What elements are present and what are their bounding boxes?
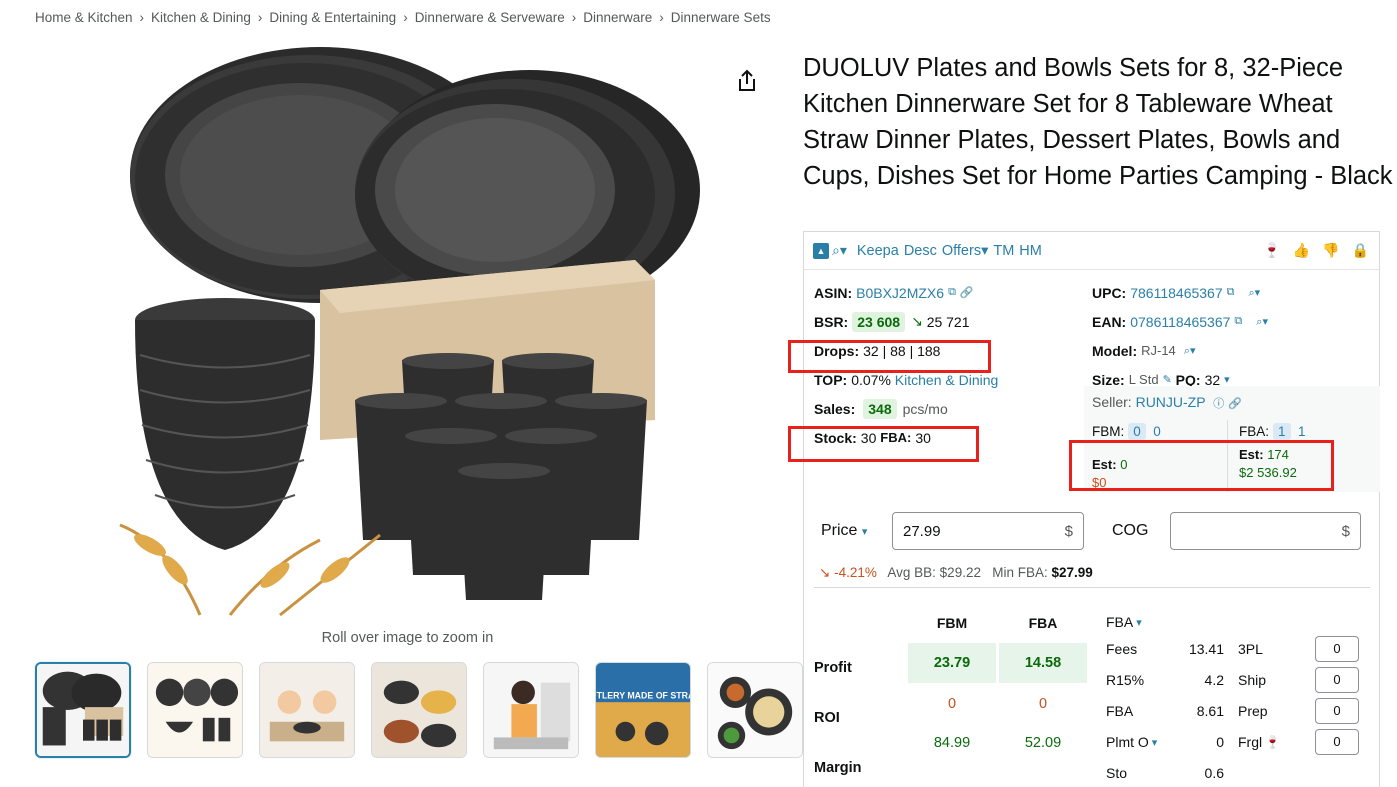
profit-fbm: 23.79: [908, 643, 996, 683]
search-dropdown-icon[interactable]: ⌕▾: [832, 242, 847, 259]
thumbnail-2[interactable]: [147, 662, 243, 758]
seller-box: Seller: RUNJU-ZP ⓘ 🔗 FBM: 0 0 FBA: 1 1 Est:…: [1084, 386, 1380, 492]
fbm-count: FBM: 0 0: [1092, 423, 1161, 440]
thumbnail-5[interactable]: [483, 662, 579, 758]
search-dropdown-icon[interactable]: ⌕▾: [1184, 344, 1196, 358]
fragile-icon: 🍷: [1265, 735, 1281, 749]
thumbnail-6[interactable]: CUTLERY MADE OF STRAW: [595, 662, 691, 758]
search-dropdown-icon[interactable]: ⌕▾: [1249, 286, 1261, 300]
breadcrumb-item[interactable]: Kitchen & Dining: [151, 10, 251, 25]
fba-estimate: Est: 174 $2 536.92: [1239, 447, 1297, 480]
thumbnail-caption: CUTLERY MADE OF STRAW: [596, 690, 690, 700]
col-fbm: FBM: [936, 615, 968, 631]
breadcrumb-item[interactable]: Dinnerware Sets: [671, 10, 771, 25]
copy-icon[interactable]: ⧉: [948, 286, 956, 299]
prep-input[interactable]: 0: [1315, 698, 1359, 724]
info-icon[interactable]: ⓘ: [1213, 398, 1224, 410]
seller-link[interactable]: RUNJU-ZP: [1136, 394, 1206, 410]
stock-row: Stock: 30 FBA: 30: [814, 429, 931, 446]
roi-fba: 0: [1038, 696, 1048, 712]
thumbnail-4[interactable]: [371, 662, 467, 758]
collapse-icon[interactable]: ▲: [813, 242, 829, 259]
price-dropdown[interactable]: Price ▾: [821, 522, 867, 540]
trend-down-icon: ↘: [819, 565, 831, 580]
thumbnail-3[interactable]: [259, 662, 355, 758]
profit-fba: 14.58: [999, 643, 1087, 683]
thumbnail-strip: CUTLERY MADE OF STRAW: [35, 662, 803, 758]
cog-input[interactable]: $: [1170, 512, 1361, 550]
price-row: Price ▾ 27.99 $ COG $: [804, 510, 1381, 554]
main-product-image[interactable]: [110, 45, 710, 620]
fbm-estimate: Est: 0 $0: [1092, 457, 1128, 490]
margin-fbm: 84.99: [933, 735, 971, 751]
bsr-value: 23 608: [852, 311, 906, 332]
margin-fba: 52.09: [1024, 735, 1062, 751]
copy-icon[interactable]: ⧉: [1234, 315, 1242, 328]
profit-label: Profit: [814, 660, 852, 676]
roi-label: ROI: [814, 710, 840, 726]
desc-link[interactable]: Desc: [904, 243, 937, 259]
seller-row: Seller: RUNJU-ZP ⓘ 🔗: [1092, 394, 1242, 410]
divider: [814, 587, 1370, 588]
breadcrumb-item[interactable]: Dinnerware & Serveware: [415, 10, 565, 25]
thumbs-up-icon[interactable]: 👍: [1293, 242, 1310, 259]
keepa-right-column: UPC: 786118465367 ⧉ ⌕▾ EAN: 0786118465367 ⧉…: [1092, 278, 1380, 394]
tm-link[interactable]: TM: [993, 243, 1014, 259]
price-stats: ↘ -4.21% Avg BB: $29.22 Min FBA: $27.99: [819, 565, 1093, 580]
chevron-down-icon[interactable]: ▾: [1224, 373, 1230, 386]
fragile-icon[interactable]: 🍷: [1263, 242, 1280, 259]
keepa-panel: ▲ ⌕▾ Keepa Desc Offers▾ TM HM 🍷 👍 👎 🔒 AS…: [788, 231, 1381, 787]
asin-row: ASIN: B0BXJ2MZX6 ⧉ 🔗: [814, 284, 974, 301]
model-row: Model: RJ-14 ⌕▾: [1092, 342, 1196, 359]
breadcrumb-item[interactable]: Home & Kitchen: [35, 10, 133, 25]
trend-down-icon: ↘: [911, 313, 923, 329]
keepa-header: ▲ ⌕▾ Keepa Desc Offers▾ TM HM 🍷 👍 👎 🔒: [804, 232, 1379, 270]
bsr-previous: 25 721: [926, 313, 970, 330]
keepa-link[interactable]: Keepa: [857, 243, 899, 259]
sales-value: 348: [863, 398, 897, 419]
offers-link[interactable]: Offers▾: [942, 243, 989, 259]
ship-input[interactable]: 0: [1315, 667, 1359, 693]
cog-label: COG: [1112, 522, 1149, 539]
zoom-hint: Roll over image to zoom in: [321, 630, 494, 646]
share-icon[interactable]: [735, 68, 759, 94]
fragile-input[interactable]: 0: [1315, 729, 1359, 755]
top-category-link[interactable]: Kitchen & Dining: [895, 372, 999, 388]
breadcrumb: Home & Kitchen › Kitchen & Dining › Dining…: [35, 10, 771, 25]
link-icon[interactable]: 🔗: [1228, 398, 1242, 410]
sales-row: Sales: 348 pcs/mo: [814, 398, 948, 419]
drops-row: Drops: 32 | 88 | 188: [814, 342, 941, 359]
keepa-left-column: ASIN: B0BXJ2MZX6 ⧉ 🔗 BSR: 23 608 ↘ 25 721 D…: [814, 278, 1084, 452]
search-dropdown-icon[interactable]: ⌕▾: [1256, 315, 1268, 329]
bsr-row: BSR: 23 608 ↘ 25 721: [814, 311, 970, 332]
3pl-input[interactable]: 0: [1315, 636, 1359, 662]
thumbnail-7[interactable]: [707, 662, 803, 758]
fees-mode-select[interactable]: FBA ▾: [1106, 608, 1142, 636]
top-row: TOP: 0.07% Kitchen & Dining: [814, 371, 999, 388]
ean-row: EAN: 0786118465367 ⧉ ⌕▾: [1092, 313, 1268, 330]
asin-value[interactable]: B0BXJ2MZX6: [856, 285, 944, 301]
roi-fbm: 0: [947, 696, 957, 712]
offer-counts: FBM: 0 0 FBA: 1 1 Est: 0 $0 Est: 174 $2 53…: [1084, 420, 1380, 492]
drops-value: 32 | 88 | 188: [863, 342, 941, 359]
placement-dropdown[interactable]: Plmt O ▾: [1106, 728, 1157, 756]
product-title: DUOLUV Plates and Bowls Sets for 8, 32-P…: [803, 54, 1393, 190]
hm-link[interactable]: HM: [1019, 243, 1042, 259]
breadcrumb-item[interactable]: Dining & Entertaining: [269, 10, 396, 25]
thumbs-down-icon[interactable]: 👎: [1322, 242, 1339, 259]
upc-row: UPC: 786118465367 ⧉ ⌕▾: [1092, 284, 1261, 301]
price-input[interactable]: 27.99 $: [892, 512, 1084, 550]
col-fba: FBA: [1028, 615, 1058, 631]
copy-icon[interactable]: ⧉: [1227, 286, 1235, 299]
breadcrumb-item[interactable]: Dinnerware: [583, 10, 652, 25]
lock-icon[interactable]: 🔒: [1352, 242, 1369, 259]
thumbnail-1[interactable]: [35, 662, 131, 758]
margin-label: Margin: [814, 760, 862, 776]
link-icon[interactable]: 🔗: [960, 286, 974, 299]
fba-count: FBA: 1 1: [1239, 423, 1306, 440]
edit-icon[interactable]: ✎: [1163, 373, 1172, 386]
